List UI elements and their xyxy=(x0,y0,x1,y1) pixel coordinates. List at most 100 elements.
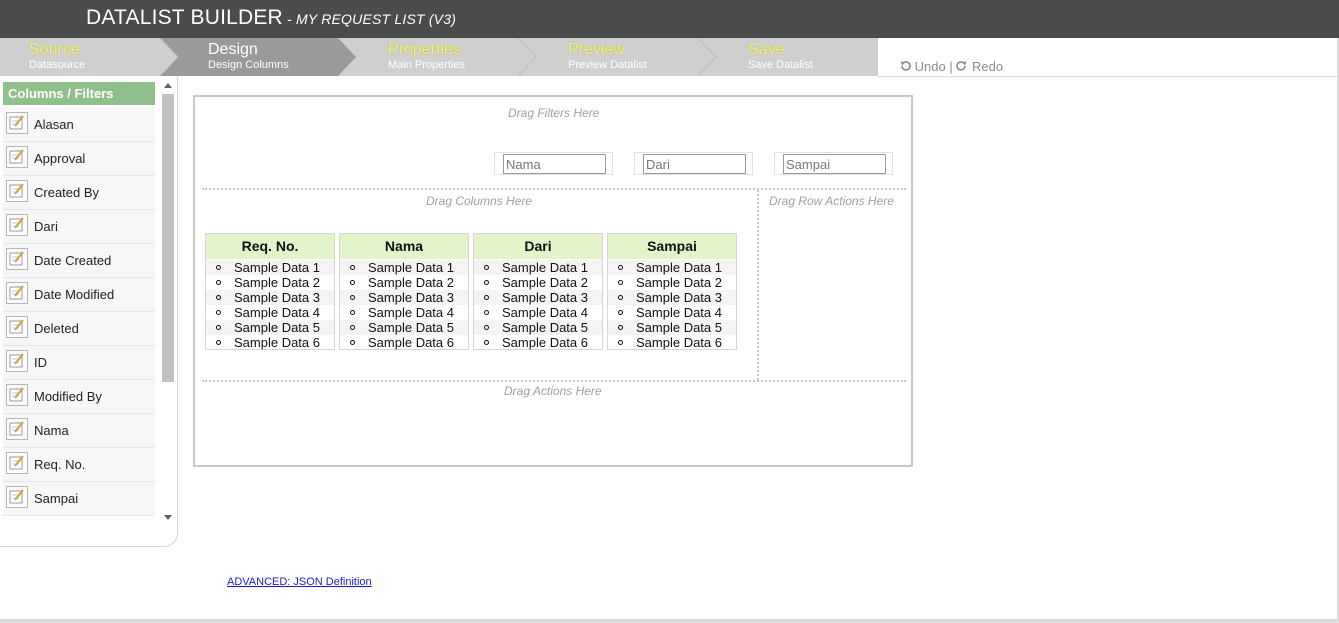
list-item: Sample Data 4 xyxy=(474,305,602,320)
filter-input[interactable] xyxy=(783,154,886,174)
column-req-no[interactable]: Req. No. Sample Data 1 Sample Data 2 Sam… xyxy=(205,233,335,350)
column-header: Nama xyxy=(340,234,468,259)
item-label: Dari xyxy=(34,219,58,234)
list-item: Sample Data 5 xyxy=(474,320,602,335)
list-item[interactable]: Modified By xyxy=(3,380,155,414)
undo-icon xyxy=(900,61,911,71)
item-text: Sample Data 6 xyxy=(502,335,588,350)
step-properties[interactable]: Properties Main Properties xyxy=(388,38,508,76)
drop-zone-actions[interactable]: Drag Actions Here xyxy=(504,384,602,398)
item-label: Nama xyxy=(34,423,69,438)
bullet-icon xyxy=(216,340,221,345)
item-text: Sample Data 4 xyxy=(502,305,588,320)
step-subtitle: Save Datalist xyxy=(748,59,813,71)
undo-button[interactable]: Undo xyxy=(899,59,946,74)
bullet-icon xyxy=(350,265,355,270)
column-sample-list: Sample Data 1 Sample Data 2 Sample Data … xyxy=(608,259,736,350)
item-text: Sample Data 3 xyxy=(368,290,454,305)
list-item: Sample Data 4 xyxy=(206,305,334,320)
step-design[interactable]: Design Design Columns xyxy=(208,38,328,76)
drop-zone-filters[interactable]: Drag Filters Here xyxy=(508,106,599,120)
edit-icon xyxy=(6,146,28,168)
item-text: Sample Data 1 xyxy=(234,260,320,275)
list-item[interactable]: Nama xyxy=(3,414,155,448)
step-subtitle: Design Columns xyxy=(208,59,289,71)
list-item: Sample Data 3 xyxy=(340,290,468,305)
item-text: Sample Data 5 xyxy=(636,320,722,335)
column-list: Alasan Approval Created By Dari Date Cre… xyxy=(3,108,155,516)
list-item: Sample Data 3 xyxy=(608,290,736,305)
bullet-icon xyxy=(216,295,221,300)
list-item[interactable]: Date Created xyxy=(3,244,155,278)
scroll-down-icon[interactable] xyxy=(164,515,172,520)
divider xyxy=(757,190,759,380)
list-item: Sample Data 6 xyxy=(608,335,736,350)
list-item[interactable]: Date Modified xyxy=(3,278,155,312)
edit-icon xyxy=(6,350,28,372)
item-text: Sample Data 2 xyxy=(368,275,454,290)
edit-icon xyxy=(6,316,28,338)
edit-icon xyxy=(6,180,28,202)
list-item: Sample Data 2 xyxy=(206,275,334,290)
bullet-icon xyxy=(484,295,489,300)
list-item[interactable]: Sampai xyxy=(3,482,155,516)
item-text: Sample Data 5 xyxy=(502,320,588,335)
bullet-icon xyxy=(350,325,355,330)
filter-sampai[interactable] xyxy=(774,152,893,175)
step-preview[interactable]: Preview Preview Datalist xyxy=(568,38,688,76)
bullet-icon xyxy=(618,295,623,300)
list-item[interactable]: Alasan xyxy=(3,108,155,142)
list-item[interactable]: ID xyxy=(3,346,155,380)
bullet-icon xyxy=(216,310,221,315)
item-text: Sample Data 6 xyxy=(636,335,722,350)
scroll-up-icon[interactable] xyxy=(164,83,172,88)
edit-icon xyxy=(6,112,28,134)
bullet-icon xyxy=(618,340,623,345)
column-dari[interactable]: Dari Sample Data 1 Sample Data 2 Sample … xyxy=(473,233,603,350)
app-subtitle: - MY REQUEST LIST (V3) xyxy=(282,11,457,27)
step-subtitle: Main Properties xyxy=(388,59,466,71)
column-header: Dari xyxy=(474,234,602,259)
bullet-icon xyxy=(618,265,623,270)
list-item[interactable]: Deleted xyxy=(3,312,155,346)
list-item: Sample Data 3 xyxy=(206,290,334,305)
item-text: Sample Data 4 xyxy=(368,305,454,320)
list-item[interactable]: Approval xyxy=(3,142,155,176)
column-sampai[interactable]: Sampai Sample Data 1 Sample Data 2 Sampl… xyxy=(607,233,737,350)
bullet-icon xyxy=(484,310,489,315)
divider xyxy=(878,76,1339,77)
filter-input[interactable] xyxy=(643,154,746,174)
item-text: Sample Data 4 xyxy=(234,305,320,320)
advanced-json-link[interactable]: ADVANCED: JSON Definition xyxy=(227,576,372,588)
toolbar-separator: | xyxy=(949,59,953,74)
step-subtitle: Datasource xyxy=(29,59,86,71)
drop-zone-row-actions[interactable]: Drag Row Actions Here xyxy=(769,194,894,208)
filter-nama[interactable] xyxy=(494,152,613,175)
edit-icon xyxy=(6,248,28,270)
redo-button[interactable]: Redo xyxy=(956,59,1003,74)
drop-zone-columns[interactable]: Drag Columns Here xyxy=(426,194,532,208)
redo-label: Redo xyxy=(971,59,1004,74)
list-item[interactable]: Created By xyxy=(3,176,155,210)
bullet-icon xyxy=(618,280,623,285)
item-text: Sample Data 3 xyxy=(502,290,588,305)
edit-icon xyxy=(6,384,28,406)
list-item[interactable]: Req. No. xyxy=(3,448,155,482)
bullet-icon xyxy=(216,265,221,270)
filter-dari[interactable] xyxy=(634,152,753,175)
item-text: Sample Data 5 xyxy=(234,320,320,335)
bullet-icon xyxy=(350,340,355,345)
sidebar-scrollbar[interactable] xyxy=(160,82,175,522)
edit-icon xyxy=(6,282,28,304)
item-text: Sample Data 3 xyxy=(636,290,722,305)
column-nama[interactable]: Nama Sample Data 1 Sample Data 2 Sample … xyxy=(339,233,469,350)
step-source[interactable]: Source Datasource xyxy=(29,38,149,76)
list-item: Sample Data 2 xyxy=(608,275,736,290)
step-save[interactable]: Save Save Datalist xyxy=(748,38,868,76)
bullet-icon xyxy=(216,325,221,330)
list-item[interactable]: Dari xyxy=(3,210,155,244)
edit-icon xyxy=(6,214,28,236)
item-text: Sample Data 2 xyxy=(502,275,588,290)
scrollbar-thumb[interactable] xyxy=(162,94,174,382)
filter-input[interactable] xyxy=(503,154,606,174)
